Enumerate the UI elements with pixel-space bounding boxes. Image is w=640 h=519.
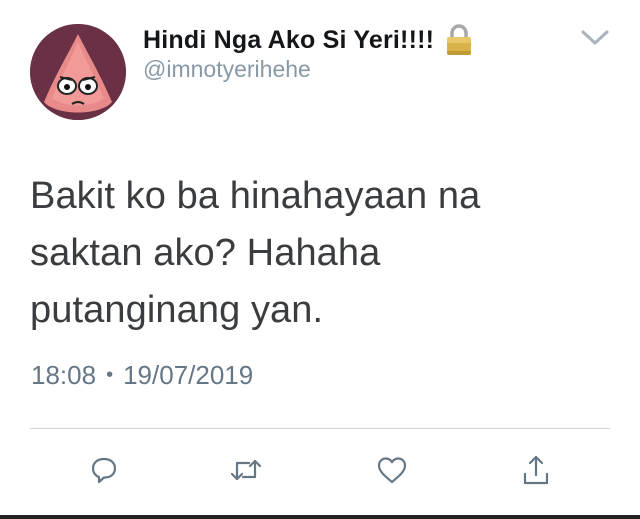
tweet-card: Hindi Nga Ako Si Yeri!!!! @imnotyerihehe… [0, 0, 640, 519]
author-name-row: Hindi Nga Ako Si Yeri!!!! [143, 22, 474, 58]
display-name[interactable]: Hindi Nga Ako Si Yeri!!!! [143, 26, 434, 55]
like-icon [376, 455, 408, 490]
tweet-time: 18:08 [31, 360, 97, 390]
avatar[interactable] [30, 24, 126, 120]
tweet-text: Bakit ko ba hinahayaan na saktan ako? Ha… [30, 168, 600, 339]
retweet-button[interactable] [226, 452, 266, 492]
timestamp[interactable]: 18:08 • 19/07/2019 [31, 360, 253, 391]
tweet-date: 19/07/2019 [123, 360, 254, 390]
share-button[interactable] [516, 452, 556, 492]
reply-icon [89, 455, 119, 490]
retweet-icon [229, 455, 263, 490]
tweet-text-line: Bakit ko ba hinahayaan na [30, 175, 481, 217]
timestamp-separator: • [106, 364, 114, 386]
bottom-edge [0, 515, 640, 519]
patrick-star-avatar-image [30, 24, 126, 120]
chevron-down-icon[interactable] [578, 26, 612, 50]
lock-icon [444, 23, 474, 57]
tweet-text-line: putanginang yan. [30, 289, 324, 331]
share-icon [521, 454, 551, 491]
divider [30, 428, 610, 429]
like-button[interactable] [372, 452, 412, 492]
reply-button[interactable] [84, 452, 124, 492]
author-handle[interactable]: @imnotyerihehe [143, 56, 311, 83]
tweet-text-line: saktan ako? Hahaha [30, 232, 381, 274]
